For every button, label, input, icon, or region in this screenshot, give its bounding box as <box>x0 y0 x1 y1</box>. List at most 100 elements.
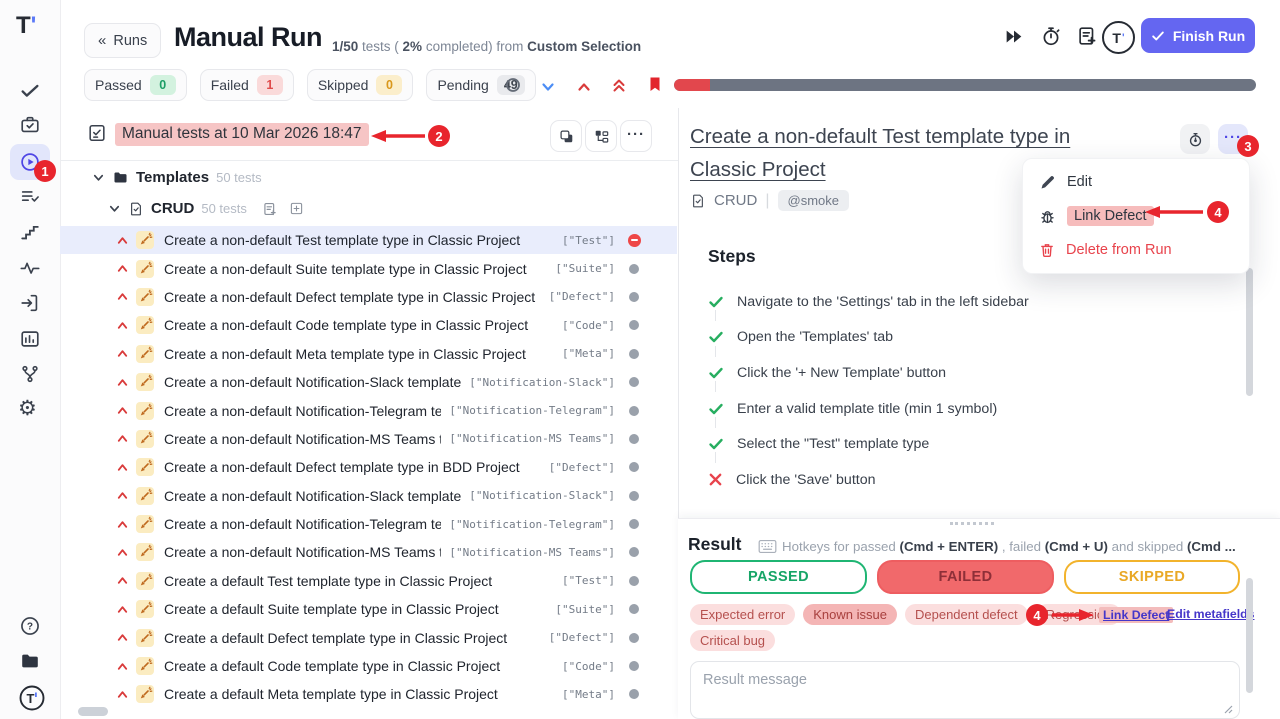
priority-chevron-icon <box>116 347 129 360</box>
tree-view-icon[interactable] <box>585 120 617 152</box>
manual-test-icon <box>136 515 154 533</box>
workspace-logo-icon[interactable]: T <box>19 685 45 711</box>
status-filter-chips: Passed0Failed1Skipped0Pending49 <box>84 69 536 101</box>
projects-folder-icon[interactable] <box>19 650 41 672</box>
menu-item-label: Delete from Run <box>1066 242 1172 258</box>
test-row[interactable]: Create a non-default Notification-Slack … <box>60 482 677 510</box>
help-icon[interactable]: ? <box>19 615 41 637</box>
back-to-runs-button[interactable]: « Runs <box>84 23 161 58</box>
test-row[interactable]: Create a non-default Notification-Telegr… <box>60 510 677 538</box>
filter-chip-skipped[interactable]: Skipped0 <box>307 69 414 101</box>
test-row[interactable]: Create a default Meta template type in C… <box>60 680 677 708</box>
add-document-icon[interactable] <box>262 201 278 217</box>
status-pending-icon <box>629 349 639 359</box>
app-window: T' ⚙ ? T « Runs Manual Run <box>0 0 1280 719</box>
manual-test-icon <box>136 430 154 448</box>
status-pending-icon <box>629 377 639 387</box>
summary-segment: Custom Selection <box>527 39 641 54</box>
status-pending-icon <box>629 434 639 444</box>
step-passed-icon <box>708 436 724 452</box>
expand-all-icon[interactable] <box>289 201 304 216</box>
tree-node-templates[interactable]: Templates 50 tests <box>92 169 262 186</box>
copy-icon[interactable] <box>550 120 582 152</box>
result-scrollbar[interactable] <box>1246 578 1253 693</box>
test-row[interactable]: Create a non-default Meta template type … <box>60 340 677 368</box>
suitcase-check-icon[interactable] <box>19 114 41 136</box>
test-row[interactable]: Create a default Suite template type in … <box>60 595 677 623</box>
finish-run-button[interactable]: Finish Run <box>1141 18 1255 53</box>
test-row[interactable]: Create a non-default Suite template type… <box>60 254 677 282</box>
stopwatch-icon[interactable] <box>1180 124 1210 154</box>
result-message-input[interactable] <box>690 661 1240 719</box>
test-row[interactable]: Create a non-default Notification-Telegr… <box>60 396 677 424</box>
drag-handle[interactable] <box>950 522 994 525</box>
fast-forward-icon[interactable] <box>1003 26 1025 48</box>
summary-segment: 2% <box>403 39 423 54</box>
step-passed-icon <box>708 401 724 417</box>
priority-chevron-icon <box>116 518 129 531</box>
detail-scrollbar[interactable] <box>1246 268 1253 396</box>
settings-gear-icon[interactable]: ⚙ <box>18 398 37 420</box>
test-row[interactable]: Create a non-default Defect template typ… <box>60 283 677 311</box>
double-chevron-up-icon[interactable] <box>611 76 627 92</box>
report-chart-icon[interactable] <box>19 328 41 350</box>
branch-icon[interactable] <box>19 363 41 385</box>
priority-chevron-icon <box>116 404 129 417</box>
filter-chip-failed[interactable]: Failed1 <box>200 69 294 101</box>
timer-icon[interactable] <box>1040 25 1062 47</box>
chevron-down-icon[interactable] <box>540 79 556 95</box>
circle-status-icon[interactable] <box>505 77 521 93</box>
separator: | <box>765 192 769 210</box>
test-row[interactable]: Create a default Test template type in C… <box>60 567 677 595</box>
suite-label: CRUD <box>151 200 194 217</box>
result-tag[interactable]: Critical bug <box>690 630 775 651</box>
test-tag: ["Notification-MS Teams"] <box>449 432 615 445</box>
folder-label: Templates <box>136 169 209 186</box>
result-button-skipped[interactable]: SKIPPED <box>1064 560 1240 594</box>
tree-node-crud[interactable]: CRUD 50 tests <box>108 200 304 217</box>
result-button-failed[interactable]: FAILED <box>877 560 1054 594</box>
steps-list: Navigate to the 'Settings' tab in the le… <box>708 284 1188 498</box>
test-row[interactable]: Create a non-default Test template type … <box>60 226 677 254</box>
result-tag[interactable]: Dependent defect <box>905 604 1028 625</box>
test-row[interactable]: Create a default Defect template type in… <box>60 623 677 651</box>
filter-chip-passed[interactable]: Passed0 <box>84 69 187 101</box>
smoke-tag[interactable]: @smoke <box>778 190 850 211</box>
summary-segment: completed) from <box>422 39 527 54</box>
result-tag[interactable]: Known issue <box>803 604 897 625</box>
brand-avatar-icon[interactable]: T' <box>1102 21 1135 54</box>
app-logo: T' <box>16 12 36 40</box>
test-row[interactable]: Create a default Code template type in C… <box>60 652 677 680</box>
test-status-dot <box>627 264 641 274</box>
chevron-up-icon[interactable] <box>576 79 592 95</box>
menu-item-delete-from-run[interactable]: Delete from Run <box>1023 233 1249 267</box>
test-status-dot <box>627 547 641 557</box>
bookmark-icon[interactable] <box>647 75 663 91</box>
bug-icon <box>1039 208 1056 225</box>
add-note-icon[interactable] <box>1076 25 1098 47</box>
horizontal-scrollbar[interactable] <box>78 707 108 716</box>
suite-breadcrumb[interactable]: CRUD <box>714 192 757 209</box>
checks-icon[interactable] <box>19 80 41 102</box>
result-link-edit-metafields[interactable]: Edit metafields <box>1167 607 1254 621</box>
back-to-runs-label: Runs <box>113 33 147 49</box>
hotkeys-segment: Hotkeys for passed <box>782 539 900 554</box>
result-button-passed[interactable]: PASSED <box>690 560 867 594</box>
test-row[interactable]: Create a non-default Code template type … <box>60 311 677 339</box>
pulse-icon[interactable] <box>19 257 41 279</box>
result-tag[interactable]: Expected error <box>690 604 795 625</box>
list-check-icon[interactable] <box>19 186 41 208</box>
test-row[interactable]: Create a non-default Notification-Slack … <box>60 368 677 396</box>
menu-item-edit[interactable]: Edit <box>1023 165 1249 199</box>
more-options-icon[interactable]: ··· <box>620 120 652 152</box>
manual-test-icon <box>136 685 154 703</box>
resize-handle-icon[interactable] <box>1224 705 1233 714</box>
test-row[interactable]: Create a non-default Notification-MS Tea… <box>60 425 677 453</box>
result-link-link-defect[interactable]: Link Defect <box>1099 607 1173 623</box>
test-row[interactable]: Create a non-default Defect template typ… <box>60 453 677 481</box>
steps-stairs-icon[interactable] <box>19 221 41 243</box>
priority-chevron-icon <box>116 660 129 673</box>
page-title: Manual Run <box>174 22 322 53</box>
import-icon[interactable] <box>19 292 41 314</box>
test-row[interactable]: Create a non-default Notification-MS Tea… <box>60 538 677 566</box>
